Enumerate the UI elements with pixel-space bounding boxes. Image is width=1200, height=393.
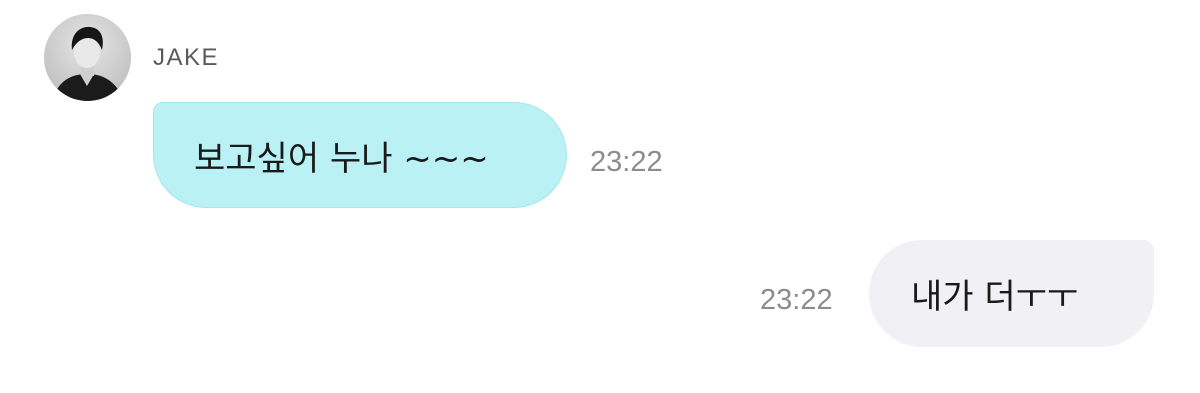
incoming-message-text: 보고싶어 누나 ~~~ [194, 138, 489, 179]
avatar-photo-icon [44, 14, 131, 101]
outgoing-message-timestamp: 23:22 [760, 284, 833, 316]
incoming-message-timestamp: 23:22 [590, 146, 663, 178]
sender-name: JAKE [153, 44, 220, 71]
outgoing-message-text: 내가 더ㅜㅜ [911, 277, 1079, 317]
sender-avatar[interactable] [44, 14, 131, 101]
incoming-message-bubble[interactable]: 보고싶어 누나 ~~~ [153, 102, 567, 208]
outgoing-message-bubble[interactable]: 내가 더ㅜㅜ [869, 240, 1154, 347]
